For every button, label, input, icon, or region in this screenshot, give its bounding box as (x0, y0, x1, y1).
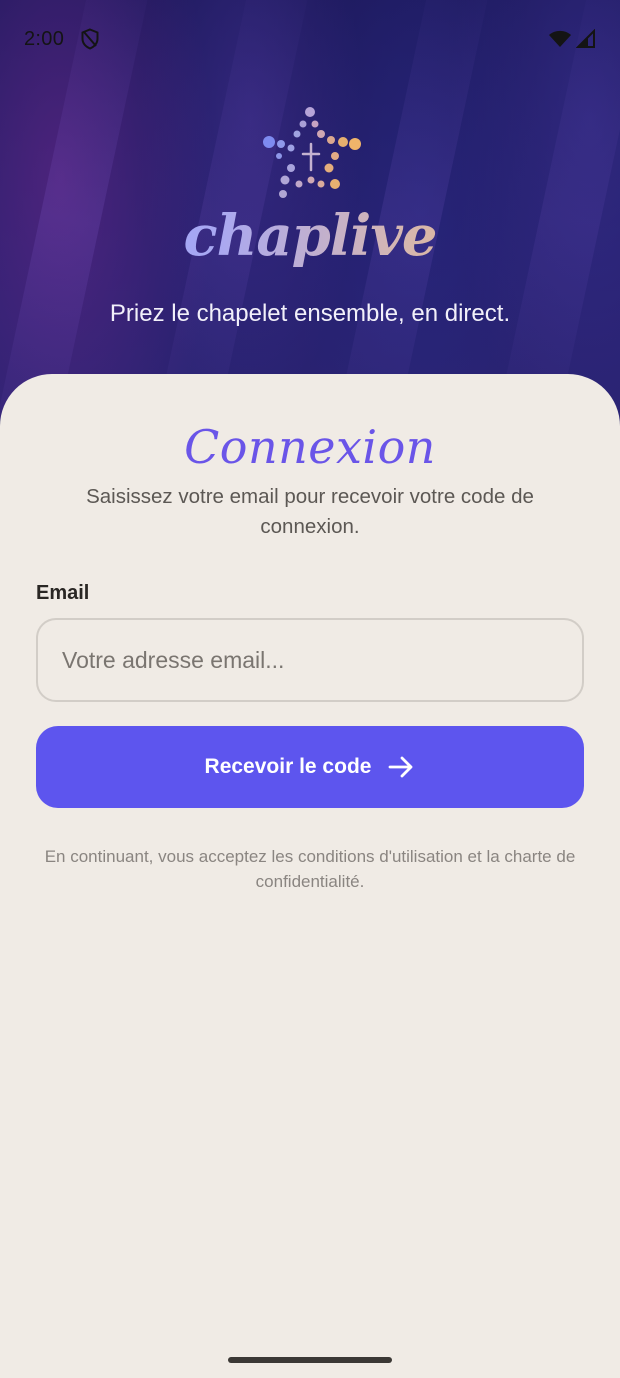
wifi-icon (549, 30, 571, 47)
email-field[interactable] (36, 618, 584, 702)
shield-icon (81, 28, 99, 50)
arrow-right-icon (389, 756, 413, 778)
signal-icon (576, 29, 595, 48)
app-logo: chaplive (0, 104, 620, 268)
status-bar: 2:00 (0, 0, 620, 78)
hero-tagline: Priez le chapelet ensemble, en direct. (109, 300, 511, 327)
login-sheet: Connexion Saisissez votre email pour rec… (0, 374, 620, 1378)
home-indicator[interactable] (228, 1357, 392, 1363)
page-title: Connexion (184, 420, 436, 474)
login-subtitle: Saisissez votre email pour recevoir votr… (86, 485, 534, 538)
app-wordmark: chaplive (0, 204, 620, 268)
status-time: 2:00 (24, 27, 65, 50)
status-icons (548, 29, 596, 49)
rosary-star-logo-icon (263, 107, 361, 198)
receive-code-button-label: Recevoir le code (204, 755, 372, 778)
legal-notice: En continuant, vous acceptez les conditi… (44, 847, 576, 891)
receive-code-button[interactable]: Recevoir le code (36, 726, 584, 808)
email-label: Email (36, 582, 90, 604)
